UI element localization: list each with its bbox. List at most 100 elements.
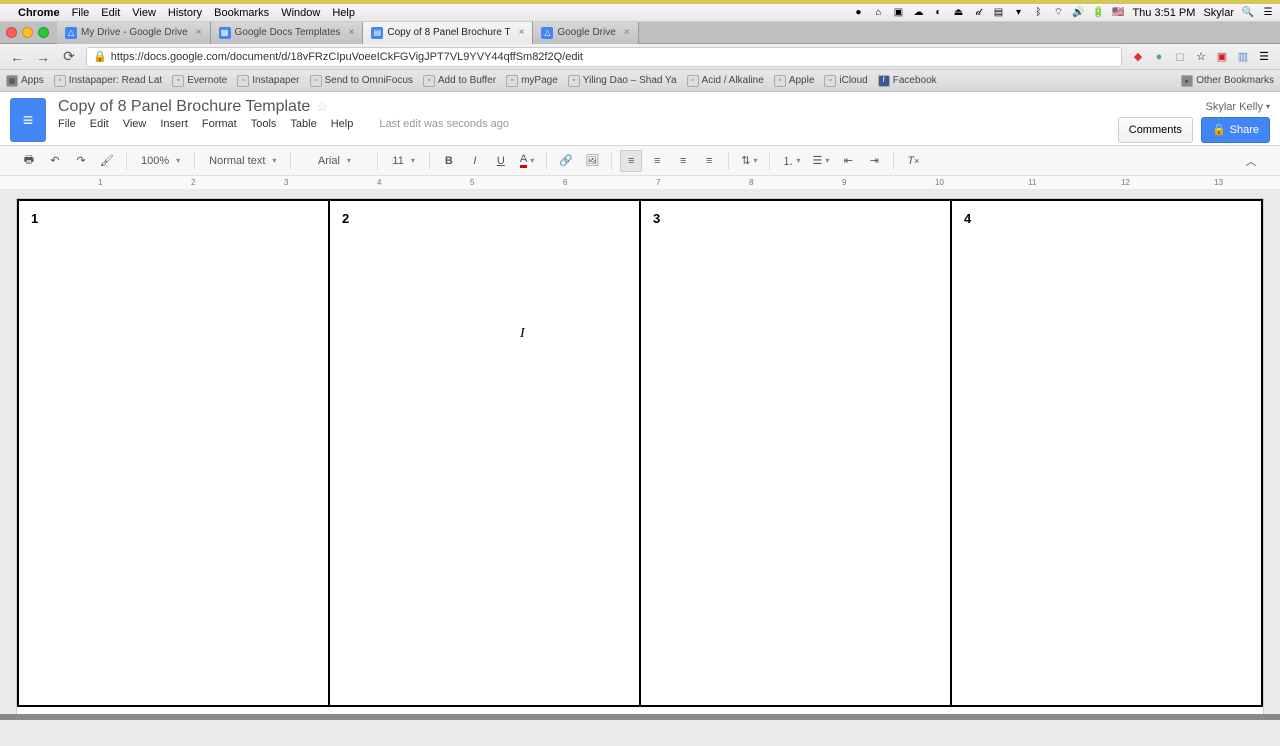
minimize-window-button[interactable] xyxy=(22,27,33,38)
share-button[interactable]: 🔒Share xyxy=(1201,117,1270,143)
italic-button[interactable]: I xyxy=(464,150,486,172)
font-size-select[interactable]: 11▾ xyxy=(386,150,420,172)
browser-tab[interactable]: ▦Google Docs Templates× xyxy=(211,22,364,44)
bookmark-item[interactable]: ▫Apple xyxy=(774,75,815,87)
ext-icon[interactable]: ☆ xyxy=(1193,49,1209,65)
menubar-icon[interactable]: ⏏ xyxy=(952,7,964,19)
image-button[interactable]: 🖼 xyxy=(581,150,603,172)
paint-format-button[interactable]: 🖌 xyxy=(96,150,118,172)
style-select[interactable]: Normal text▾ xyxy=(203,150,282,172)
spotlight-icon[interactable]: 🔍 xyxy=(1242,7,1254,19)
comments-button[interactable]: Comments xyxy=(1118,117,1193,143)
document-canvas[interactable]: 1 2 3 4 xyxy=(0,190,1280,746)
align-right-button[interactable]: ≡ xyxy=(672,150,694,172)
mac-clock[interactable]: Thu 3:51 PM xyxy=(1132,7,1195,19)
ext-icon[interactable]: ◆ xyxy=(1130,49,1146,65)
horizontal-ruler[interactable]: 1 2 3 4 5 6 7 8 9 10 11 12 13 xyxy=(0,176,1280,190)
bookmark-item[interactable]: ▫Yiling Dao – Shad Ya xyxy=(568,75,677,87)
menubar-icon[interactable]: ⌂ xyxy=(872,7,884,19)
print-button[interactable]: 🖶 xyxy=(18,150,40,172)
reload-button[interactable]: ⟳ xyxy=(60,48,78,66)
browser-tab[interactable]: △Google Drive× xyxy=(533,22,638,44)
ext-icon[interactable]: ◻ xyxy=(1172,49,1188,65)
chrome-menu-icon[interactable]: ☰ xyxy=(1256,49,1272,65)
redo-button[interactable]: ↷ xyxy=(70,150,92,172)
battery-icon[interactable]: 🔋 xyxy=(1092,7,1104,19)
link-button[interactable]: 🔗 xyxy=(555,150,577,172)
document-page[interactable]: 1 2 3 4 xyxy=(16,198,1264,718)
bookmark-item[interactable]: ▫Acid / Alkaline xyxy=(687,75,764,87)
mac-user[interactable]: Skylar xyxy=(1203,7,1234,19)
volume-icon[interactable]: 🔊 xyxy=(1072,7,1084,19)
close-tab-icon[interactable]: × xyxy=(196,27,202,38)
ext-icon[interactable]: ▥ xyxy=(1235,49,1251,65)
align-left-button[interactable]: ≡ xyxy=(620,150,642,172)
ext-icon[interactable]: ● xyxy=(1151,49,1167,65)
menubar-icon[interactable]: ▾ xyxy=(1012,7,1024,19)
outdent-button[interactable]: ⇤ xyxy=(837,150,859,172)
mac-menu-bookmarks[interactable]: Bookmarks xyxy=(214,7,269,19)
mac-menu-history[interactable]: History xyxy=(168,7,202,19)
line-spacing-button[interactable]: ⇅▾ xyxy=(737,150,761,172)
undo-button[interactable]: ↶ xyxy=(44,150,66,172)
mac-app-name[interactable]: Chrome xyxy=(18,7,60,19)
menubar-icon[interactable]: ▤ xyxy=(992,7,1004,19)
brochure-panel-4[interactable]: 4 xyxy=(952,201,1261,705)
mac-menu-window[interactable]: Window xyxy=(281,7,320,19)
bookmark-item[interactable]: ▫Instapaper xyxy=(237,75,299,87)
menu-insert[interactable]: Insert xyxy=(160,118,188,130)
zoom-select[interactable]: 100%▾ xyxy=(135,150,186,172)
mac-menu-edit[interactable]: Edit xyxy=(101,7,120,19)
align-center-button[interactable]: ≡ xyxy=(646,150,668,172)
bookmark-item[interactable]: ▫Evernote xyxy=(172,75,227,87)
align-justify-button[interactable]: ≡ xyxy=(698,150,720,172)
menu-format[interactable]: Format xyxy=(202,118,237,130)
address-bar[interactable]: 🔒 https://docs.google.com/document/d/18v… xyxy=(86,47,1122,67)
menu-edit[interactable]: Edit xyxy=(90,118,109,130)
brochure-panel-1[interactable]: 1 xyxy=(19,201,330,705)
menu-tools[interactable]: Tools xyxy=(251,118,277,130)
account-menu[interactable]: Skylar Kelly▾ xyxy=(1206,101,1270,113)
close-tab-icon[interactable]: × xyxy=(349,27,355,38)
menu-view[interactable]: View xyxy=(123,118,147,130)
menu-help[interactable]: Help xyxy=(331,118,354,130)
menu-table[interactable]: Table xyxy=(290,118,316,130)
close-tab-icon[interactable]: × xyxy=(624,27,630,38)
underline-button[interactable]: U xyxy=(490,150,512,172)
bookmark-item[interactable]: ▫Send to OmniFocus xyxy=(310,75,413,87)
menu-file[interactable]: File xyxy=(58,118,76,130)
bookmark-item[interactable]: ▫Add to Buffer xyxy=(423,75,496,87)
mac-menu-view[interactable]: View xyxy=(132,7,156,19)
apps-button[interactable]: ▦Apps xyxy=(6,75,44,87)
menubar-icon[interactable]: ▣ xyxy=(892,7,904,19)
font-select[interactable]: Arial▾ xyxy=(299,150,369,172)
flag-icon[interactable]: 🇺🇸 xyxy=(1112,7,1124,19)
menubar-icon[interactable]: ● xyxy=(852,7,864,19)
brochure-table[interactable]: 1 2 3 4 xyxy=(17,199,1263,707)
notifications-icon[interactable]: ☰ xyxy=(1262,7,1274,19)
mac-menu-help[interactable]: Help xyxy=(332,7,355,19)
numbered-list-button[interactable]: ⒈▾ xyxy=(778,150,804,172)
collapse-toolbar-button[interactable]: ︿ xyxy=(1240,150,1262,172)
other-bookmarks-button[interactable]: ▸Other Bookmarks xyxy=(1181,75,1274,87)
mac-menu-file[interactable]: File xyxy=(72,7,90,19)
document-title[interactable]: Copy of 8 Panel Brochure Template xyxy=(58,98,310,116)
browser-tab-active[interactable]: ▤Copy of 8 Panel Brochure T× xyxy=(363,22,533,44)
bold-button[interactable]: B xyxy=(438,150,460,172)
star-icon[interactable]: ☆ xyxy=(316,99,328,115)
docs-home-icon[interactable]: ≡ xyxy=(10,98,46,142)
close-window-button[interactable] xyxy=(6,27,17,38)
bookmark-item[interactable]: ▫Instapaper: Read Lat xyxy=(54,75,162,87)
close-tab-icon[interactable]: × xyxy=(519,27,525,38)
bookmark-item[interactable]: ▫iCloud xyxy=(824,75,867,87)
brochure-panel-2[interactable]: 2 xyxy=(330,201,641,705)
wifi-icon[interactable]: ⌔ xyxy=(1052,7,1064,19)
clear-formatting-button[interactable]: T× xyxy=(902,150,924,172)
zoom-window-button[interactable] xyxy=(38,27,49,38)
menubar-icon[interactable]: ☁ xyxy=(912,7,924,19)
text-color-button[interactable]: A▾ xyxy=(516,150,538,172)
indent-button[interactable]: ⇥ xyxy=(863,150,885,172)
ext-icon[interactable]: ▣ xyxy=(1214,49,1230,65)
bookmark-item[interactable]: ▫myPage xyxy=(506,75,558,87)
bulleted-list-button[interactable]: ☰▾ xyxy=(808,150,833,172)
